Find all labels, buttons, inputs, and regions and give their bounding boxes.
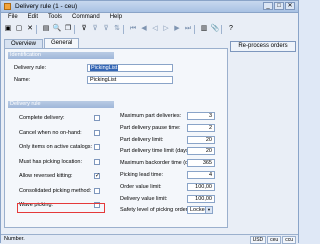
menu-command[interactable]: Command	[67, 13, 105, 23]
reprocess-orders-button[interactable]: Re-process orders	[230, 41, 296, 52]
tab-general[interactable]: General	[44, 38, 80, 48]
identification-group-header: Identification	[8, 52, 114, 59]
allow-reversed-kitting-checkbox[interactable]: ✓	[94, 173, 100, 179]
part-delivery-pause-time-field[interactable]: 2	[187, 123, 215, 132]
part-delivery-time-limit-days-field[interactable]: 20	[187, 147, 215, 156]
toolbar-separator	[74, 24, 78, 34]
filter-icon[interactable]: ⊽	[79, 24, 89, 34]
delivery-rule-group-header: Delivery rule	[8, 101, 114, 108]
delivery-value-limit-field[interactable]: 100,00	[187, 194, 215, 203]
copy-icon[interactable]: ❐	[63, 24, 73, 34]
print-icon[interactable]: ▤	[41, 24, 51, 34]
complete-delivery-label: Complete delivery:	[19, 115, 65, 121]
only-items-on-active-catalogs-label: Only items on active catalogs:	[19, 144, 93, 150]
last-record-icon[interactable]: ⏭	[183, 24, 193, 34]
title-bar: Delivery rule (1 - ceu) _ □ ✕	[1, 1, 298, 13]
close-button[interactable]: ✕	[285, 2, 295, 10]
delivery-value-limit-label: Delivery value limit:	[120, 195, 168, 202]
toolbar-separator	[194, 24, 198, 34]
cancel-when-no-on-hand-label: Cancel when no on-hand:	[19, 129, 82, 136]
part-delivery-limit-label: Part delivery limit:	[120, 136, 164, 143]
document-icon[interactable]: ▥	[199, 24, 209, 34]
minimize-button[interactable]: _	[263, 2, 273, 10]
tab-overview[interactable]: Overview	[4, 39, 44, 48]
sort-icon[interactable]: ⇅	[112, 24, 122, 34]
window-title: Delivery rule (1 - ceu)	[15, 3, 78, 10]
wave-picking-highlight	[17, 203, 105, 213]
name-label: Name:	[14, 77, 31, 83]
toolbar-separator	[123, 24, 127, 34]
cancel-when-no-on-hand-checkbox[interactable]	[94, 129, 100, 136]
chevron-down-icon[interactable]: ▼	[205, 207, 212, 214]
menu-edit[interactable]: Edit	[23, 13, 43, 23]
maximum-part-deliveries-label: Maximum part deliveries:	[120, 113, 182, 119]
first-record-icon[interactable]: ⏮	[128, 24, 138, 34]
print-preview-icon[interactable]: 🔍	[52, 24, 62, 34]
only-items-on-active-catalogs-checkbox[interactable]	[94, 144, 100, 150]
consolidated-picking-method-checkbox[interactable]	[94, 187, 100, 194]
part-delivery-limit-field[interactable]: 20	[187, 135, 215, 144]
safety-level-of-picking-orders-label: Safety level of picking orders:	[120, 207, 192, 214]
previous-page-icon[interactable]: ◀	[139, 24, 149, 34]
new-icon[interactable]: ▢	[14, 24, 24, 34]
next-record-icon[interactable]: ▷	[161, 24, 171, 34]
app-icon	[4, 3, 11, 10]
help-icon[interactable]: ?	[226, 24, 236, 34]
general-tab-panel: Identification Delivery rule: PickingLis…	[4, 48, 228, 228]
filter-selection-icon[interactable]: ⊽	[90, 24, 100, 34]
order-value-limit-label: Order value limit:	[120, 183, 162, 190]
toolbar: ▣ ▢ ✕ ▤ 🔍 ❐ ⊽ ⊽ ⊽ ⇅ ⏮ ◀ ◁ ▷ ▶ ⏭ ▥ 📎?	[3, 23, 296, 35]
maximum-backorder-time-days-field[interactable]: 365	[187, 159, 215, 168]
name-field[interactable]: PickingList	[87, 76, 173, 84]
allow-reversed-kitting-label: Allow reversed kitting:	[19, 173, 73, 179]
order-value-limit-field[interactable]: 100,00	[187, 182, 215, 191]
maximum-part-deliveries-field[interactable]: 3	[187, 112, 215, 120]
delivery-rule-field[interactable]: PickingList	[87, 64, 173, 72]
menu-tools[interactable]: Tools	[43, 13, 67, 23]
delete-icon[interactable]: ✕	[25, 24, 35, 34]
safety-level-of-picking-orders-select[interactable]: Locked ▼	[187, 206, 213, 215]
complete-delivery-checkbox[interactable]	[94, 115, 100, 121]
save-icon[interactable]: ▣	[3, 24, 13, 34]
menu-bar: File Edit Tools Command Help	[1, 13, 300, 23]
menu-file[interactable]: File	[3, 13, 23, 23]
delivery-rule-window: Delivery rule (1 - ceu) _ □ ✕ File Edit …	[0, 0, 300, 244]
next-page-icon[interactable]: ▶	[172, 24, 182, 34]
picking-lead-time-field[interactable]: 4	[187, 171, 215, 179]
maximize-button[interactable]: □	[274, 2, 284, 10]
previous-record-icon[interactable]: ◁	[150, 24, 160, 34]
must-has-picking-location-checkbox[interactable]	[94, 158, 100, 165]
part-delivery-pause-time-label: Part delivery pause time:	[120, 124, 181, 131]
toolbar-separator	[36, 24, 40, 34]
tab-strip: Overview General	[4, 38, 80, 48]
picking-lead-time-label: Picking lead time:	[120, 172, 164, 178]
attachment-icon[interactable]: 📎	[210, 24, 220, 34]
toolbar-separator	[221, 24, 225, 34]
consolidated-picking-method-label: Consolidated picking method:	[19, 187, 92, 194]
delivery-rule-label: Delivery rule:	[14, 65, 47, 71]
part-delivery-time-limit-days-label: Part delivery time limit (days):	[120, 148, 193, 155]
status-text: Number.	[4, 236, 25, 242]
advanced-filter-icon[interactable]: ⊽	[101, 24, 111, 34]
must-has-picking-location-label: Must has picking location:	[19, 158, 82, 165]
menu-help[interactable]: Help	[105, 13, 127, 23]
